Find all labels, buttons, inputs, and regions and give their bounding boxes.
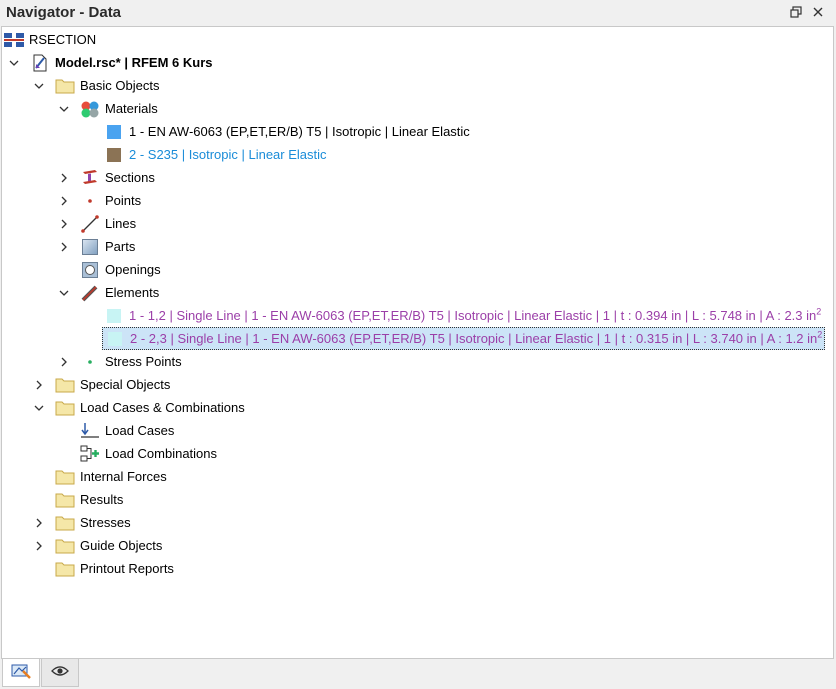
tree-load-cases-combinations[interactable]: Load Cases & Combinations — [55, 396, 245, 419]
line-icon — [80, 214, 100, 234]
materials-icon — [80, 99, 100, 119]
tree-sections-label: Sections — [105, 170, 155, 185]
chevron-right-icon[interactable] — [56, 350, 72, 373]
tree-basic-objects[interactable]: Basic Objects — [55, 74, 159, 97]
chevron-down-icon[interactable] — [31, 74, 47, 97]
tree-stresses-label: Stresses — [80, 515, 131, 530]
eye-icon — [51, 665, 69, 680]
chevron-right-icon[interactable] — [56, 189, 72, 212]
tree-root-label: RSECTION — [29, 32, 97, 47]
close-icon[interactable] — [810, 4, 826, 20]
tree-material-1-label: 1 - EN AW-6063 (EP,ET,ER/B) T5 | Isotrop… — [129, 124, 470, 139]
folder-icon — [55, 467, 75, 487]
folder-icon — [55, 375, 75, 395]
tab-data[interactable] — [2, 659, 40, 687]
folder-icon — [55, 76, 75, 96]
tree-sections[interactable]: Sections — [80, 166, 155, 189]
folder-icon — [55, 536, 75, 556]
chevron-right-icon[interactable] — [56, 235, 72, 258]
tree-results[interactable]: Results — [55, 488, 123, 511]
tree-elements-label: Elements — [105, 285, 160, 300]
tree-internal-forces-label: Internal Forces — [80, 469, 167, 484]
chevron-right-icon[interactable] — [31, 511, 47, 534]
tree-load-cases[interactable]: Load Cases — [80, 419, 174, 442]
material-color-swatch — [104, 145, 124, 165]
chevron-down-icon[interactable] — [56, 281, 72, 304]
data-navigator-icon — [11, 662, 31, 683]
folder-icon — [55, 559, 75, 579]
element-color-swatch — [105, 329, 125, 349]
load-combination-icon — [80, 444, 100, 464]
tree-points-label: Points — [105, 193, 142, 208]
chevron-down-icon[interactable] — [56, 97, 72, 120]
tree-printout-reports-label: Printout Reports — [80, 561, 174, 576]
tab-display[interactable] — [41, 659, 79, 687]
chevron-down-icon[interactable] — [31, 396, 47, 419]
tree-root[interactable]: RSECTION — [4, 28, 96, 51]
tree-elements[interactable]: Elements — [80, 281, 159, 304]
stress-point-icon — [80, 352, 100, 372]
tree-element-2-label: 2 - 2,3 | Single Line | 1 - EN AW-6063 (… — [130, 329, 823, 346]
tree-model-label: Model.rsc* | RFEM 6 Kurs — [55, 55, 213, 70]
bottom-tab-bar — [0, 659, 836, 689]
tree-stresses[interactable]: Stresses — [55, 511, 131, 534]
navigator-panel: RSECTION Model.rsc* | RFEM 6 Kurs Basic … — [1, 26, 834, 659]
title-bar: Navigator - Data — [0, 0, 836, 26]
tree-openings[interactable]: Openings — [80, 258, 161, 281]
chevron-right-icon[interactable] — [56, 212, 72, 235]
tree-element-1[interactable]: 1 - 1,2 | Single Line | 1 - EN AW-6063 (… — [104, 304, 821, 327]
load-case-icon — [80, 421, 100, 441]
tree-load-cases-label: Load Cases — [105, 423, 175, 438]
tree-parts-label: Parts — [105, 239, 136, 254]
i-beam-section-icon — [80, 168, 100, 188]
tree-lines-label: Lines — [105, 216, 137, 231]
tree-materials[interactable]: Materials — [80, 97, 158, 120]
tree-material-1[interactable]: 1 - EN AW-6063 (EP,ET,ER/B) T5 | Isotrop… — [104, 120, 470, 143]
element-icon — [80, 283, 100, 303]
tree-element-2[interactable]: 2 - 2,3 | Single Line | 1 - EN AW-6063 (… — [102, 327, 826, 350]
tree-model[interactable]: Model.rsc* | RFEM 6 Kurs — [30, 51, 213, 74]
tree-special-objects-label: Special Objects — [80, 377, 171, 392]
chevron-down-icon[interactable] — [6, 51, 22, 74]
element-color-swatch — [104, 306, 124, 326]
material-color-swatch — [104, 122, 124, 142]
folder-icon — [55, 398, 75, 418]
point-icon — [80, 191, 100, 211]
tree-printout-reports[interactable]: Printout Reports — [55, 557, 174, 580]
tree-openings-label: Openings — [105, 262, 161, 277]
tree-results-label: Results — [80, 492, 124, 507]
folder-icon — [55, 490, 75, 510]
restore-icon[interactable] — [788, 4, 804, 20]
tree-materials-label: Materials — [105, 101, 158, 116]
chevron-right-icon[interactable] — [31, 373, 47, 396]
chevron-right-icon[interactable] — [56, 166, 72, 189]
window-title: Navigator - Data — [6, 4, 122, 21]
tree-stress-points-label: Stress Points — [105, 354, 182, 369]
part-icon — [80, 237, 100, 257]
tree-special-objects[interactable]: Special Objects — [55, 373, 170, 396]
tree-stress-points[interactable]: Stress Points — [80, 350, 182, 373]
tree-load-combinations[interactable]: Load Combinations — [80, 442, 217, 465]
tree-load-combinations-label: Load Combinations — [105, 446, 218, 461]
tree-material-2-label: 2 - S235 | Isotropic | Linear Elastic — [129, 147, 327, 162]
tree-guide-objects-label: Guide Objects — [80, 538, 163, 553]
tree-points[interactable]: Points — [80, 189, 141, 212]
tree-load-cases-combinations-label: Load Cases & Combinations — [80, 400, 245, 415]
tree-material-2[interactable]: 2 - S235 | Isotropic | Linear Elastic — [104, 143, 327, 166]
tree-parts[interactable]: Parts — [80, 235, 135, 258]
tree-element-1-label: 1 - 1,2 | Single Line | 1 - EN AW-6063 (… — [129, 306, 822, 323]
chevron-right-icon[interactable] — [31, 534, 47, 557]
rsection-logo-icon — [4, 30, 24, 50]
folder-icon — [55, 513, 75, 533]
model-file-icon — [30, 53, 50, 73]
opening-icon — [80, 260, 100, 280]
tree-basic-objects-label: Basic Objects — [80, 78, 160, 93]
tree-internal-forces[interactable]: Internal Forces — [55, 465, 167, 488]
tree-lines[interactable]: Lines — [80, 212, 136, 235]
tree-guide-objects[interactable]: Guide Objects — [55, 534, 162, 557]
